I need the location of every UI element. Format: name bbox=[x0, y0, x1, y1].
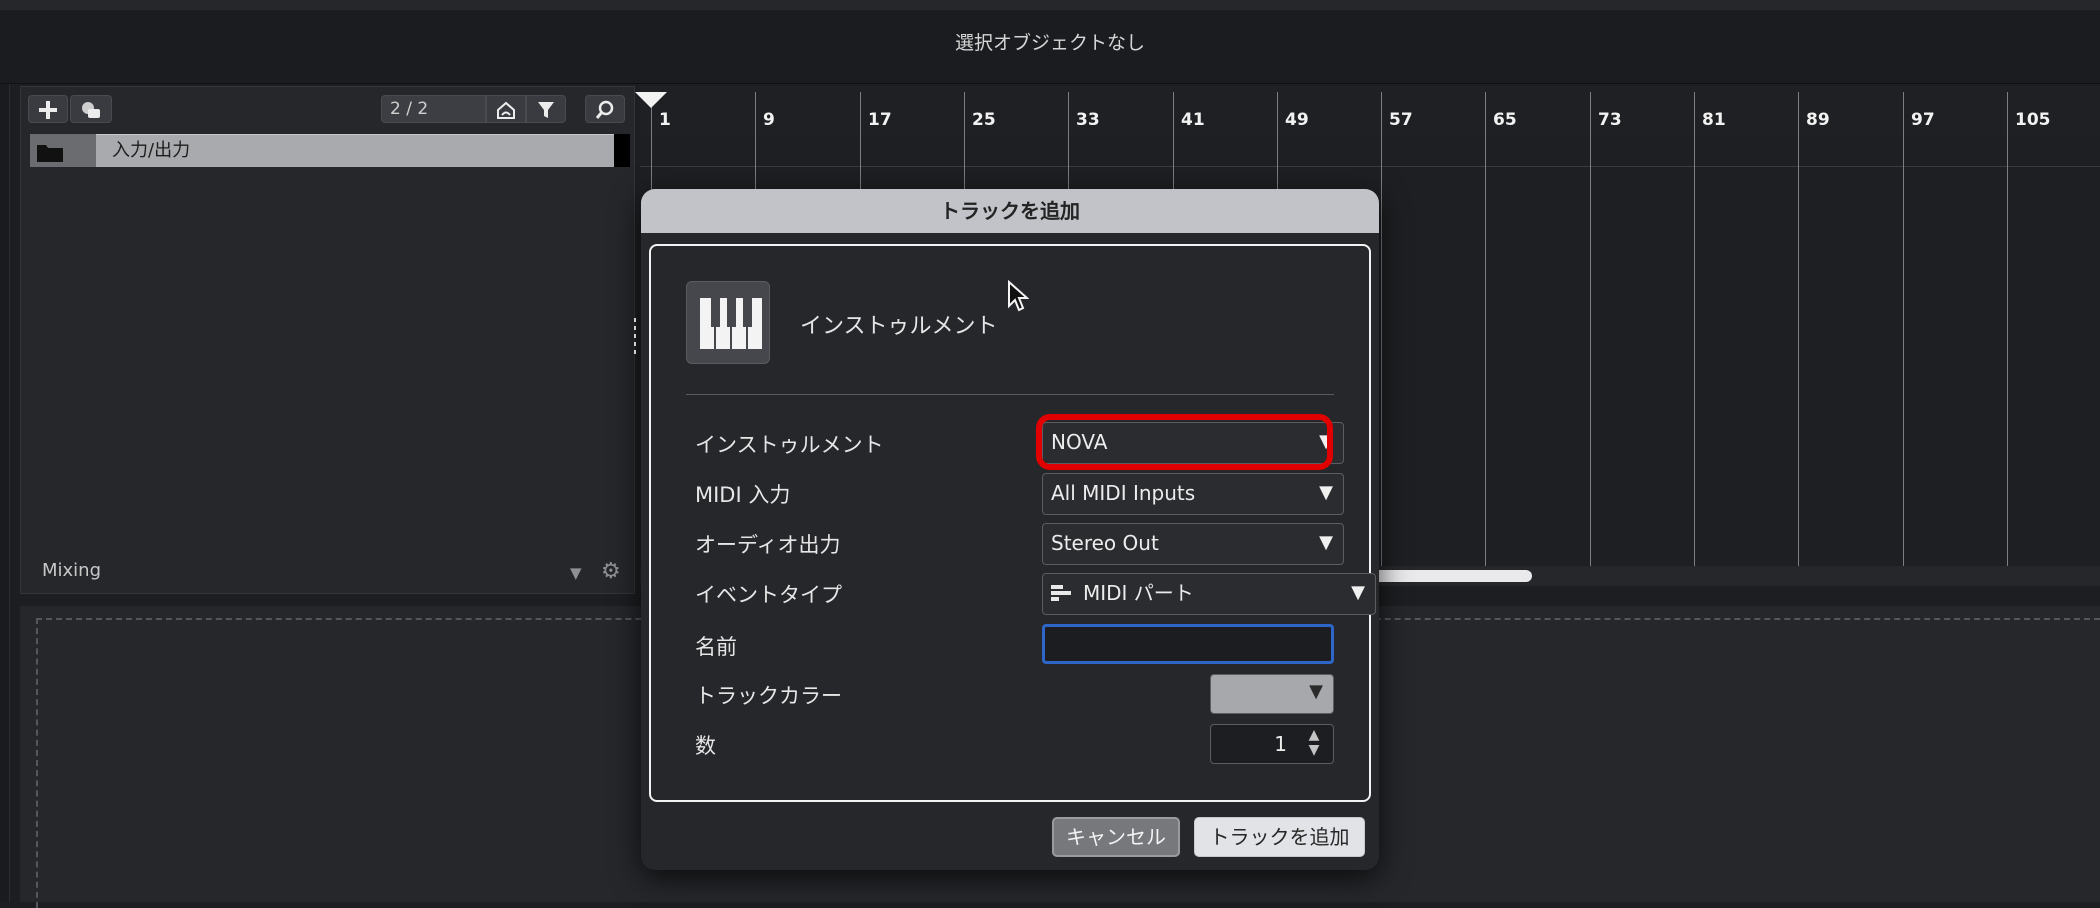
track-color-picker[interactable]: ▼ bbox=[1210, 674, 1334, 714]
add-track-confirm-button[interactable]: トラックを追加 bbox=[1194, 817, 1365, 857]
ruler-tick bbox=[1590, 92, 1591, 566]
ruler-label: 57 bbox=[1389, 110, 1413, 130]
midi-part-icon bbox=[1051, 585, 1071, 601]
ruler-label: 49 bbox=[1285, 110, 1309, 130]
filter-button[interactable] bbox=[526, 95, 566, 123]
count-label: 数 bbox=[695, 734, 716, 758]
ruler-label: 1 bbox=[659, 110, 671, 130]
resize-grip-icon[interactable] bbox=[632, 318, 638, 356]
folder-icon bbox=[37, 145, 63, 162]
gear-icon[interactable]: ⚙ bbox=[601, 559, 621, 584]
chevron-down-icon: ▼ bbox=[1309, 681, 1323, 702]
count-stepper[interactable]: ▲ ▼ bbox=[1304, 728, 1324, 760]
top-strip bbox=[0, 0, 2100, 10]
ruler-label: 81 bbox=[1702, 110, 1726, 130]
midi-input-value: All MIDI Inputs bbox=[1051, 481, 1196, 505]
search-icon bbox=[595, 100, 614, 119]
selection-status: 選択オブジェクトなし bbox=[954, 32, 1145, 54]
plus-icon bbox=[39, 101, 57, 119]
mouse-cursor-icon bbox=[1008, 280, 1029, 312]
scrollbar-thumb[interactable] bbox=[1370, 570, 1532, 582]
ruler-tick bbox=[1485, 92, 1486, 566]
midi-input-label: MIDI 入力 bbox=[695, 483, 791, 507]
lane-divider bbox=[640, 166, 2100, 167]
track-row-end bbox=[614, 134, 630, 167]
home-icon bbox=[497, 101, 515, 119]
playhead-marker[interactable] bbox=[635, 92, 667, 108]
chevron-down-icon: ▼ bbox=[1319, 482, 1333, 503]
instrument-label: インストゥルメント bbox=[695, 433, 884, 457]
show-button[interactable] bbox=[486, 95, 526, 123]
audio-output-value: Stereo Out bbox=[1051, 531, 1159, 555]
duplicate-track-button[interactable] bbox=[70, 95, 112, 123]
event-type-label: イベントタイプ bbox=[695, 583, 842, 607]
piano-keys-icon bbox=[686, 281, 770, 364]
track-header-cell bbox=[30, 134, 96, 167]
ruler-label: 41 bbox=[1181, 110, 1205, 130]
timeline-ruler[interactable] bbox=[640, 86, 2100, 136]
event-type-select[interactable]: MIDI パート ▼ bbox=[1042, 573, 1376, 615]
dropdown-triangle-icon[interactable]: ▼ bbox=[570, 564, 582, 582]
ruler-tick bbox=[1381, 92, 1382, 566]
track-color-label: トラックカラー bbox=[695, 684, 842, 708]
audio-output-select[interactable]: Stereo Out ▼ bbox=[1042, 523, 1344, 565]
search-button[interactable] bbox=[585, 95, 625, 123]
ruler-label: 17 bbox=[868, 110, 892, 130]
left-edge-panel bbox=[0, 84, 10, 902]
ruler-label: 73 bbox=[1598, 110, 1622, 130]
ruler-label: 97 bbox=[1911, 110, 1935, 130]
ruler-label: 105 bbox=[2015, 110, 2051, 130]
name-label: 名前 bbox=[695, 635, 737, 659]
track-name-input[interactable] bbox=[1042, 624, 1334, 664]
chevron-down-icon: ▼ bbox=[1319, 532, 1333, 553]
dialog-title: トラックを追加 bbox=[641, 189, 1379, 233]
track-name: 入力/出力 bbox=[112, 140, 191, 161]
ruler-tick bbox=[1694, 92, 1695, 566]
ruler-tick bbox=[1903, 92, 1904, 566]
mixing-label: Mixing bbox=[42, 560, 102, 581]
dialog-section-title: インストゥルメント bbox=[800, 314, 998, 339]
ruler-label: 89 bbox=[1806, 110, 1830, 130]
add-track-button[interactable] bbox=[28, 95, 68, 123]
ruler-label: 25 bbox=[972, 110, 996, 130]
midi-input-select[interactable]: All MIDI Inputs ▼ bbox=[1042, 473, 1344, 515]
cancel-button[interactable]: キャンセル bbox=[1052, 817, 1180, 857]
ruler-label: 65 bbox=[1493, 110, 1517, 130]
event-type-value: MIDI パート bbox=[1083, 581, 1194, 605]
chevron-down-icon: ▼ bbox=[1351, 582, 1365, 603]
duplicate-icon bbox=[82, 102, 100, 118]
audio-output-label: オーディオ出力 bbox=[695, 533, 841, 557]
dialog-divider bbox=[686, 394, 1334, 395]
ruler-tick bbox=[2007, 92, 2008, 566]
ruler-label: 9 bbox=[763, 110, 775, 130]
filter-icon bbox=[538, 102, 554, 118]
highlight-box bbox=[1036, 414, 1333, 470]
ruler-label: 33 bbox=[1076, 110, 1100, 130]
ruler-tick bbox=[1798, 92, 1799, 566]
track-counter: 2 / 2 bbox=[381, 95, 486, 123]
